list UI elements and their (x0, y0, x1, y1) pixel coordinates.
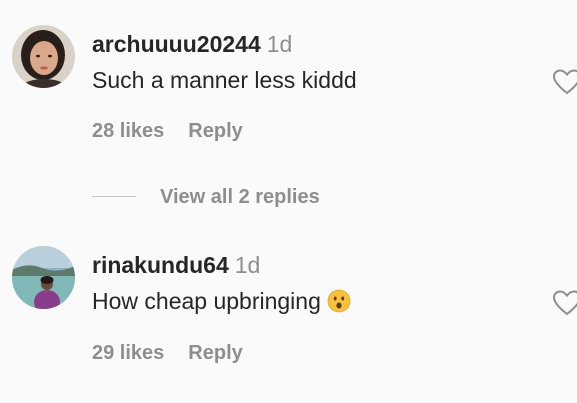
avatar-image (12, 246, 75, 309)
likes-count[interactable]: 28 likes (92, 120, 164, 142)
avatar-image (12, 25, 75, 88)
timestamp: 1d (266, 31, 293, 57)
like-button[interactable] (552, 68, 577, 96)
comment-text: How cheap upbringing (92, 286, 351, 320)
comment-text-content: How cheap upbringing (92, 288, 321, 314)
replies-divider (92, 196, 136, 197)
comment-meta: 29 likes Reply (92, 341, 243, 365)
reply-button[interactable]: Reply (188, 342, 242, 364)
comment-header: rinakundu64 1d (92, 251, 260, 279)
view-replies-button[interactable]: View all 2 replies (160, 183, 320, 211)
username[interactable]: rinakundu64 (92, 252, 229, 278)
like-button[interactable] (552, 289, 577, 317)
comment-meta: 28 likes Reply (92, 119, 243, 143)
hushed-face-emoji (327, 289, 351, 320)
reply-button[interactable]: Reply (188, 120, 242, 142)
likes-count[interactable]: 29 likes (92, 342, 164, 364)
comment-header: archuuuu20244 1d (92, 30, 292, 58)
comment-text: Such a manner less kiddd (92, 67, 357, 93)
username[interactable]: archuuuu20244 (92, 31, 261, 57)
heart-outline-icon (552, 290, 577, 316)
timestamp: 1d (234, 252, 261, 278)
avatar[interactable] (12, 246, 75, 309)
heart-outline-icon (552, 69, 577, 95)
avatar[interactable] (12, 25, 75, 88)
